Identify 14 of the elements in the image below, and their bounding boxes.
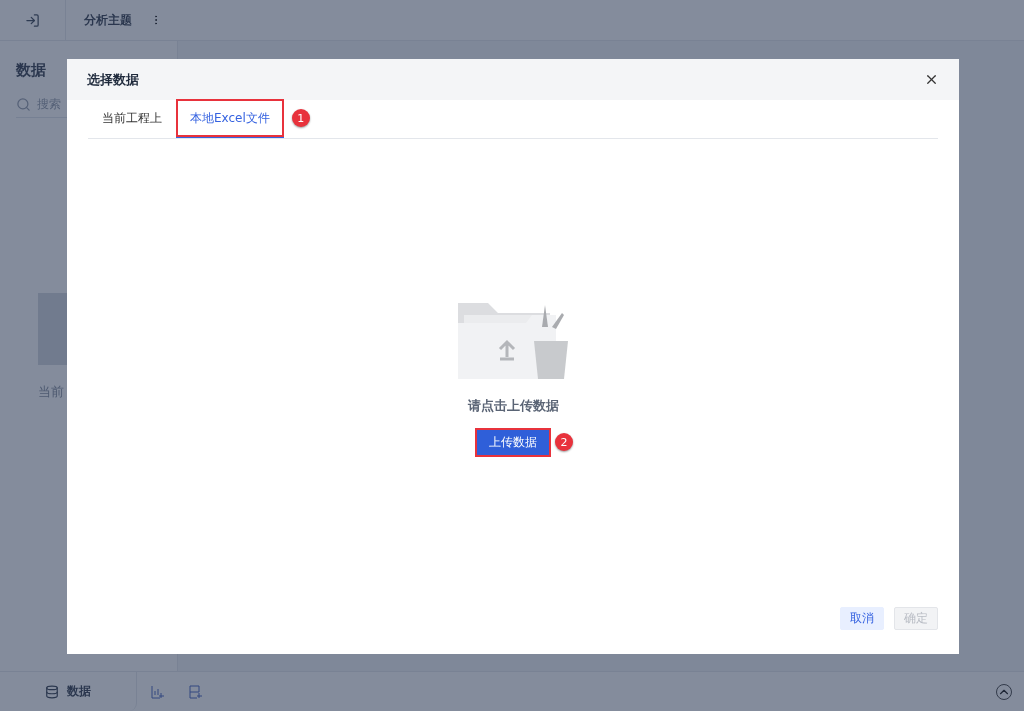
dialog-title: 选择数据 [87, 70, 139, 89]
panel-title: 数据 [16, 61, 46, 80]
dialog-tab[interactable]: 当前工程上 [88, 100, 176, 138]
database-icon [45, 684, 59, 699]
close-button[interactable] [924, 72, 939, 87]
add-chart-icon[interactable] [151, 684, 165, 699]
search-icon [16, 97, 31, 112]
exit-icon[interactable] [25, 12, 40, 28]
topbar-title: 分析主题 [84, 11, 132, 29]
add-layout-icon[interactable] [189, 684, 203, 699]
dialog-button[interactable]: 取消 [840, 607, 884, 630]
step-number: 1 [291, 109, 310, 127]
empty-message: 请点击上传数据 [467, 396, 559, 415]
step-number: 2 [555, 433, 573, 451]
